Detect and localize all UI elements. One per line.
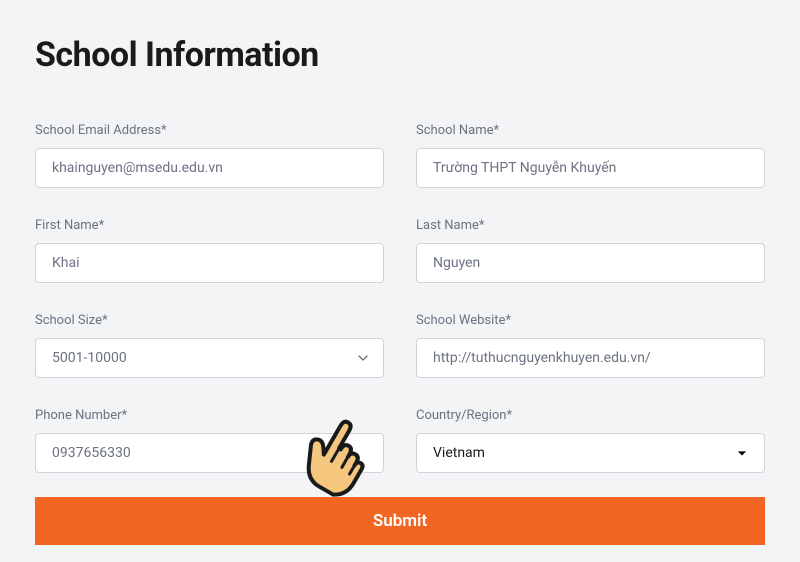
pointing-hand-icon	[294, 412, 374, 502]
field-school-size: School Size* 5001-10000	[35, 313, 384, 378]
input-first-name[interactable]	[35, 243, 384, 283]
field-country-region: Country/Region* Vietnam	[416, 408, 765, 473]
field-first-name: First Name*	[35, 218, 384, 283]
field-school-email: School Email Address*	[35, 123, 384, 188]
field-school-name: School Name*	[416, 123, 765, 188]
form-grid: School Email Address* School Name* First…	[35, 123, 765, 473]
input-school-website[interactable]	[416, 338, 765, 378]
input-last-name[interactable]	[416, 243, 765, 283]
submit-button[interactable]: Submit	[35, 497, 765, 545]
select-country-region[interactable]: Vietnam	[416, 433, 765, 473]
label-school-name: School Name*	[416, 123, 765, 138]
label-country-region: Country/Region*	[416, 408, 765, 423]
label-school-email: School Email Address*	[35, 123, 384, 138]
label-school-size: School Size*	[35, 313, 384, 328]
label-first-name: First Name*	[35, 218, 384, 233]
field-school-website: School Website*	[416, 313, 765, 378]
label-school-website: School Website*	[416, 313, 765, 328]
input-school-name[interactable]	[416, 148, 765, 188]
page-title: School Information	[35, 35, 765, 75]
label-last-name: Last Name*	[416, 218, 765, 233]
input-school-email[interactable]	[35, 148, 384, 188]
select-school-size[interactable]: 5001-10000	[35, 338, 384, 378]
field-last-name: Last Name*	[416, 218, 765, 283]
